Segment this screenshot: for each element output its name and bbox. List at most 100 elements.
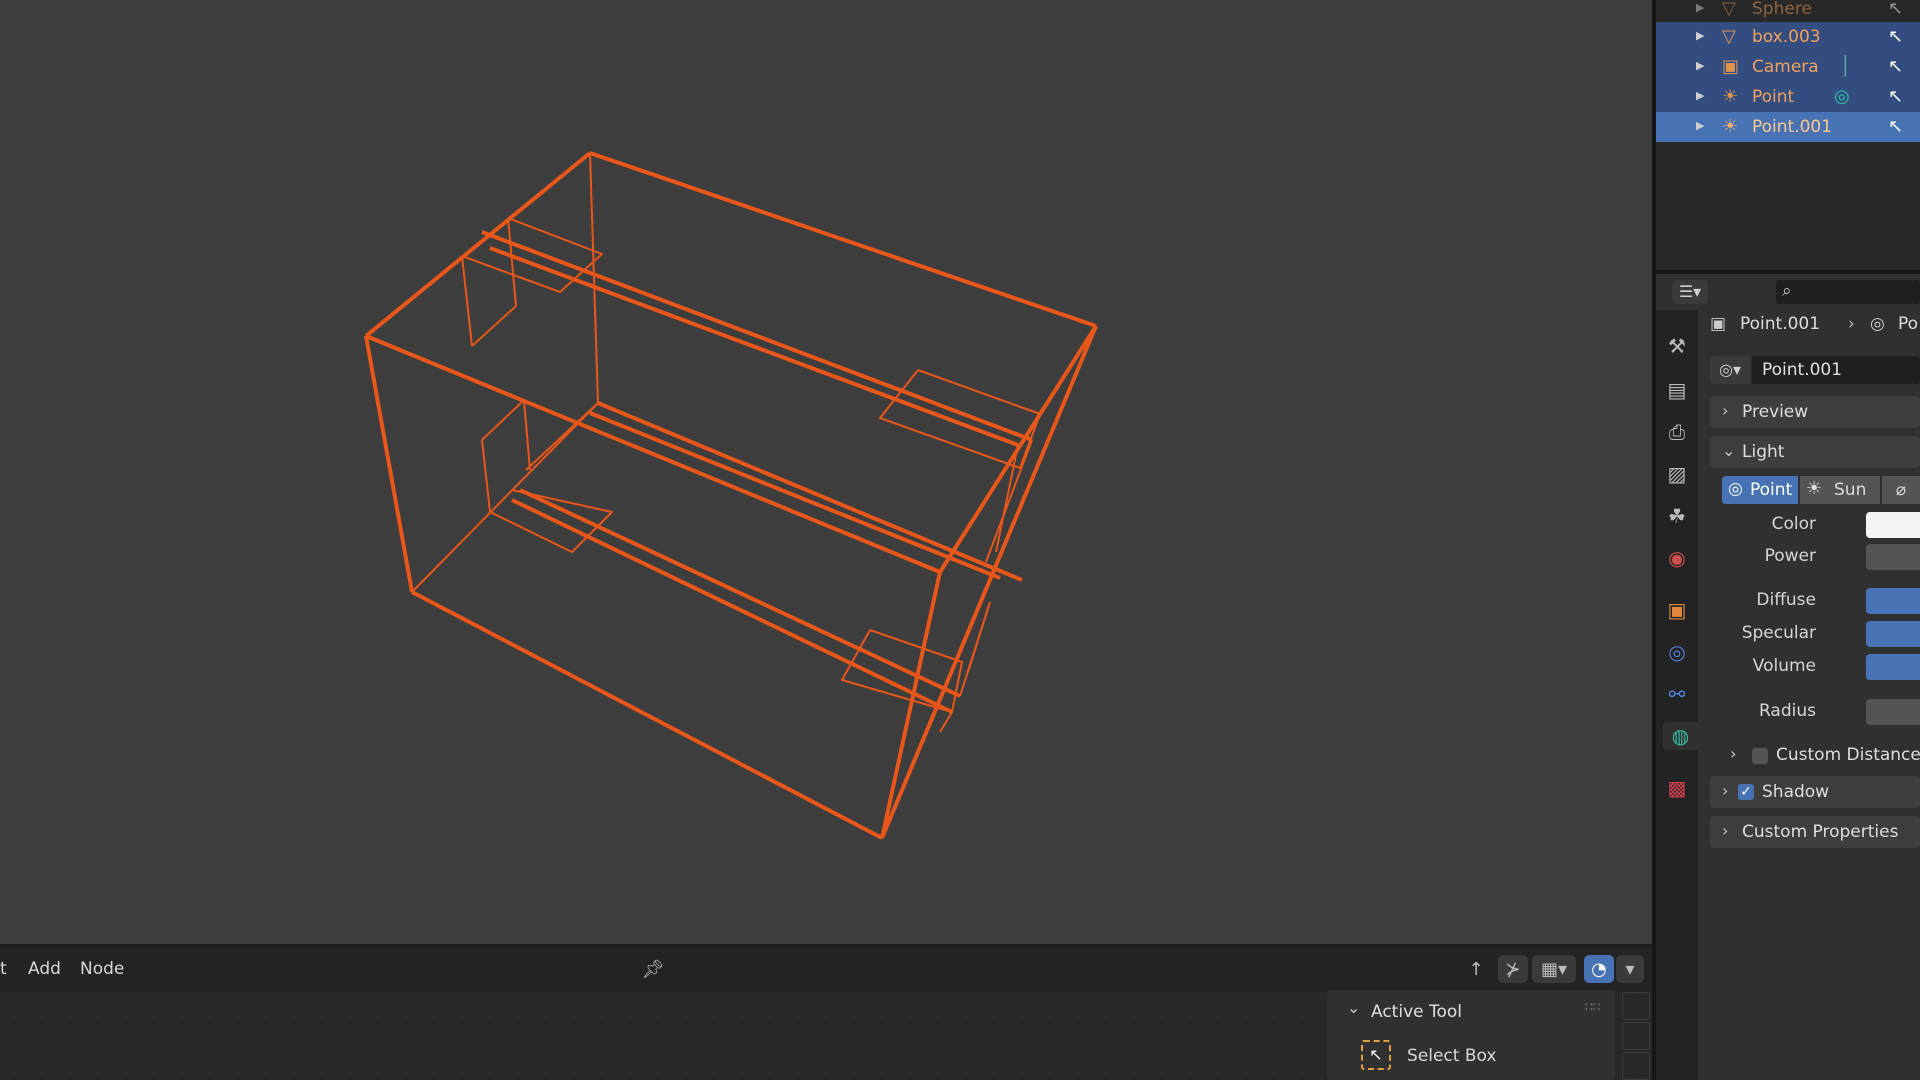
custom-distance-label: Custom Distance bbox=[1776, 745, 1920, 765]
tool-settings-strip bbox=[1622, 990, 1650, 1080]
properties-header: ☰▾ ⌕ bbox=[1656, 274, 1920, 310]
expand-arrow-icon[interactable]: ▶ bbox=[1696, 1, 1704, 14]
light-type-point-label: Point bbox=[1750, 480, 1793, 500]
datablock-name-field[interactable]: Point.001 bbox=[1752, 356, 1920, 384]
texture-tab-icon[interactable]: ▩ bbox=[1663, 774, 1691, 802]
outliner[interactable]: ▶ ▽ Sphere ↖ ▶ ▽ box.003 ↖ ▶ ▣ Camera │ … bbox=[1656, 0, 1920, 270]
editor-type-icon[interactable]: ☰▾ bbox=[1672, 280, 1708, 304]
strip-button[interactable] bbox=[1622, 1052, 1650, 1080]
selectable-icon[interactable]: ↖ bbox=[1888, 26, 1903, 47]
properties-tabs: ⚒ ▤ ⎙ ▨ ☘ ◉ ▣ ◎ ⚯ ◍ ▩ bbox=[1656, 310, 1698, 1080]
properties-content: ▣ Point.001 › ◎ Po ◎▾ Point.001 › Previe… bbox=[1698, 310, 1920, 1080]
node-editor-header: t Add Node 📌︎ ↑ ⊁ ▦▾ ◔ ▾ bbox=[0, 947, 1652, 991]
tool-tab-icon[interactable]: ⚒ bbox=[1663, 332, 1691, 360]
outliner-row[interactable]: ▶ ▣ Camera │ ↖ bbox=[1656, 52, 1920, 82]
panel-custom-properties-header[interactable]: › Custom Properties bbox=[1710, 816, 1920, 848]
search-icon: ⌕ bbox=[1782, 281, 1792, 301]
specular-slider[interactable]: 1 bbox=[1866, 621, 1920, 647]
color-label: Color bbox=[1771, 514, 1816, 534]
physics-tab-icon[interactable]: ◎ bbox=[1663, 638, 1691, 666]
selectable-icon[interactable]: ↖ bbox=[1888, 0, 1903, 19]
outliner-label: Point bbox=[1752, 87, 1795, 107]
overlays-icon[interactable]: ◔ bbox=[1584, 955, 1614, 983]
light-data-icon[interactable]: ◎ bbox=[1834, 86, 1850, 107]
outliner-row-active[interactable]: ▶ ☀ Point.001 ↖ bbox=[1656, 112, 1920, 142]
light-data-icon: ◎ bbox=[1870, 314, 1885, 334]
selectable-icon[interactable]: ↖ bbox=[1888, 116, 1903, 137]
outliner-label: Camera bbox=[1752, 57, 1819, 77]
panel-shadow-label: Shadow bbox=[1762, 782, 1830, 802]
scene-tab-icon[interactable]: ☘ bbox=[1663, 502, 1691, 530]
expand-arrow-icon[interactable]: ▶ bbox=[1696, 59, 1704, 72]
properties-editor[interactable]: ☰▾ ⌕ ⚒ ▤ ⎙ ▨ ☘ ◉ ▣ ◎ ⚯ ◍ ▩ ▣ Point.001 ›… bbox=[1656, 274, 1920, 1080]
color-swatch[interactable] bbox=[1866, 512, 1920, 538]
camera-data-icon[interactable]: │ bbox=[1840, 56, 1851, 77]
outliner-label: Sphere bbox=[1752, 0, 1812, 19]
light-type-point-button[interactable]: ◎ Point bbox=[1722, 476, 1798, 504]
menu-node[interactable]: Node bbox=[80, 959, 124, 979]
outliner-row[interactable]: ▶ ☀ Point ◎ ↖ bbox=[1656, 82, 1920, 112]
menu-view-partial[interactable]: t bbox=[0, 959, 7, 979]
outliner-row[interactable]: ▶ ▽ box.003 ↖ bbox=[1656, 22, 1920, 52]
snap-grid-dropdown-icon[interactable]: ▦▾ bbox=[1532, 955, 1576, 983]
point-light-icon: ◎ bbox=[1728, 479, 1743, 499]
area-divider-vertical[interactable] bbox=[1652, 0, 1656, 1080]
light-type-sun-button[interactable]: ☀ Sun bbox=[1800, 476, 1880, 504]
breadcrumb-object: Point.001 bbox=[1740, 314, 1821, 334]
volume-slider[interactable]: 1 bbox=[1866, 654, 1920, 680]
expand-arrow-icon[interactable]: ▶ bbox=[1696, 119, 1704, 132]
view-layer-tab-icon[interactable]: ▨ bbox=[1663, 460, 1691, 488]
chevron-right-icon: › bbox=[1722, 821, 1729, 840]
parent-node-tree-icon[interactable]: ↑ bbox=[1462, 955, 1490, 983]
search-input[interactable]: ⌕ bbox=[1776, 280, 1920, 304]
chevron-right-icon: › bbox=[1722, 781, 1729, 800]
diffuse-label: Diffuse bbox=[1756, 590, 1816, 610]
radius-field[interactable]: 1. bbox=[1866, 699, 1920, 725]
select-box-icon[interactable]: ↖ bbox=[1361, 1040, 1391, 1070]
power-field[interactable]: 25 bbox=[1866, 544, 1920, 570]
pin-icon[interactable]: 📌︎ bbox=[638, 955, 668, 983]
panel-preview-label: Preview bbox=[1742, 402, 1809, 422]
expand-arrow-icon[interactable]: ▶ bbox=[1696, 89, 1704, 102]
area-divider-horizontal[interactable] bbox=[1656, 270, 1920, 274]
3d-viewport[interactable] bbox=[0, 0, 1652, 944]
camera-icon: ▣ bbox=[1722, 56, 1740, 77]
mesh-icon: ▽ bbox=[1722, 0, 1736, 19]
snap-icon[interactable]: ⊁ bbox=[1498, 955, 1528, 983]
light-data-tab-icon[interactable]: ◍ bbox=[1663, 722, 1698, 750]
panel-custom-properties-label: Custom Properties bbox=[1742, 822, 1899, 842]
spot-light-icon[interactable]: ⌀ bbox=[1882, 476, 1920, 504]
panel-light-header[interactable]: ⌄ Light bbox=[1710, 436, 1920, 468]
strip-button[interactable] bbox=[1622, 1022, 1650, 1050]
chevron-down-icon[interactable]: ⌄ bbox=[1347, 998, 1360, 1017]
output-tab-icon[interactable]: ⎙ bbox=[1663, 418, 1691, 446]
chevron-down-icon: ⌄ bbox=[1722, 441, 1736, 460]
object-icon: ▣ bbox=[1710, 314, 1727, 334]
outliner-row[interactable]: ▶ ▽ Sphere ↖ bbox=[1656, 0, 1920, 24]
object-tab-icon[interactable]: ▣ bbox=[1663, 596, 1691, 624]
active-tool-name: Select Box bbox=[1407, 1046, 1497, 1066]
menu-add[interactable]: Add bbox=[28, 959, 61, 979]
browse-light-icon[interactable]: ◎▾ bbox=[1710, 356, 1750, 384]
chevron-right-icon[interactable]: › bbox=[1730, 744, 1736, 763]
world-tab-icon[interactable]: ◉ bbox=[1663, 544, 1691, 572]
overlays-dropdown-icon[interactable]: ▾ bbox=[1616, 955, 1644, 983]
active-tool-title: Active Tool bbox=[1371, 1002, 1463, 1022]
selected-objects-wireframe bbox=[364, 151, 1098, 840]
panel-preview-header[interactable]: › Preview bbox=[1710, 396, 1920, 428]
constraints-tab-icon[interactable]: ⚯ bbox=[1663, 680, 1691, 708]
strip-button[interactable] bbox=[1622, 992, 1650, 1020]
diffuse-slider[interactable]: 1 bbox=[1866, 588, 1920, 614]
selectable-icon[interactable]: ↖ bbox=[1888, 56, 1903, 77]
outliner-label: box.003 bbox=[1752, 27, 1821, 47]
expand-arrow-icon[interactable]: ▶ bbox=[1696, 29, 1704, 42]
shadow-checkbox[interactable]: ✓ bbox=[1738, 784, 1754, 800]
selectable-icon[interactable]: ↖ bbox=[1888, 86, 1903, 107]
drag-handle-icon[interactable]: ∷∷ bbox=[1585, 1000, 1600, 1014]
panel-light-label: Light bbox=[1742, 442, 1785, 462]
render-tab-icon[interactable]: ▤ bbox=[1663, 376, 1691, 404]
breadcrumb-data: Po bbox=[1898, 314, 1919, 334]
active-tool-panel: ⌄ Active Tool ∷∷ ↖ Select Box bbox=[1327, 990, 1615, 1080]
panel-shadow-header[interactable]: › ✓ Shadow bbox=[1710, 776, 1920, 808]
custom-distance-checkbox[interactable] bbox=[1752, 748, 1768, 764]
